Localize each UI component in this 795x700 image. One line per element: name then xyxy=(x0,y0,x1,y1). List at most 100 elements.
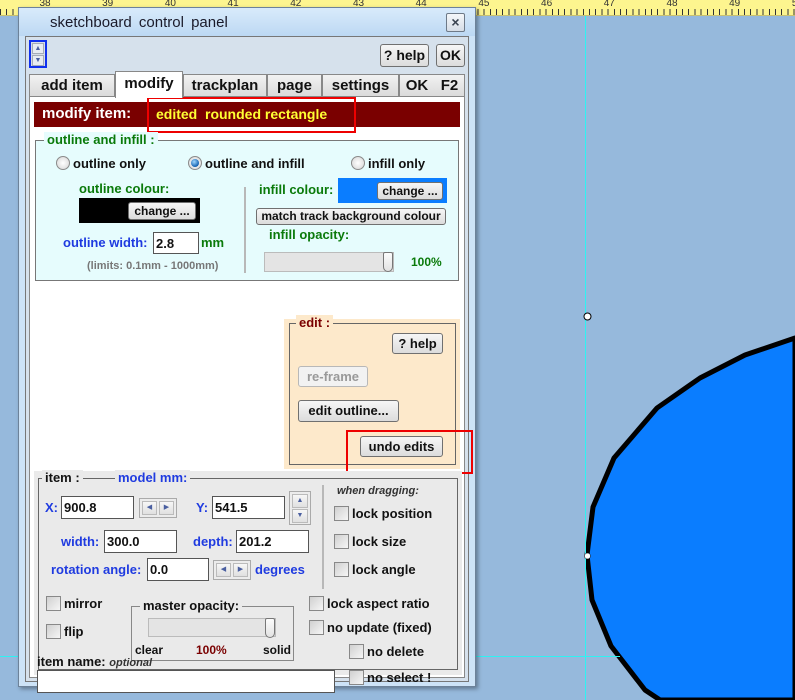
modify-item-label: modify item: xyxy=(42,105,132,122)
tab-modify[interactable]: modify xyxy=(115,71,183,98)
master-opacity-value: 100% xyxy=(196,643,227,657)
item-name-hint: optional xyxy=(109,657,153,669)
dialog-title: sketchboard control panel xyxy=(50,14,228,31)
radio-outline-and-infill[interactable]: outline and infill xyxy=(188,156,305,171)
width-input[interactable] xyxy=(104,530,177,553)
tab-add-item[interactable]: add item xyxy=(29,74,115,98)
radio-label: outline and infill xyxy=(205,156,305,171)
down-arrow-icon[interactable]: ▼ xyxy=(292,509,308,523)
x-label: X: xyxy=(45,500,58,515)
slider-thumb[interactable] xyxy=(383,252,393,272)
mirror-checkbox[interactable]: mirror xyxy=(46,596,102,611)
tab-page[interactable]: page xyxy=(267,74,322,98)
item-group: item : model mm: X: ◀ ▶ Y: ▲ ▼ width: de… xyxy=(37,470,458,693)
rotation-angle-label: rotation angle: xyxy=(51,562,142,577)
x-spinner[interactable]: ◀ ▶ xyxy=(139,498,177,518)
checkbox-label: lock position xyxy=(352,506,433,521)
divider xyxy=(244,187,246,273)
y-input[interactable] xyxy=(212,496,285,519)
lock-size-checkbox[interactable]: lock size xyxy=(334,534,406,549)
outline-width-label: outline width: xyxy=(63,235,148,250)
item-legend: item : xyxy=(42,470,83,485)
outline-colour-label: outline colour: xyxy=(79,181,170,196)
checkbox-label: no select ! xyxy=(367,670,432,685)
outline-and-infill-group: outline and infill : outline only outlin… xyxy=(35,132,459,281)
edit-help-button[interactable]: ? help xyxy=(392,333,443,354)
item-name-label: item name: optional xyxy=(37,654,152,669)
checkbox-icon xyxy=(309,620,324,635)
outline-width-input[interactable] xyxy=(153,232,199,254)
radio-outline-only[interactable]: outline only xyxy=(56,156,146,171)
right-arrow-icon[interactable]: ▶ xyxy=(233,563,248,577)
checkbox-icon xyxy=(334,534,349,549)
up-arrow-icon[interactable]: ▲ xyxy=(292,494,308,508)
tab-bar: add item modify trackplan page settings … xyxy=(29,71,465,98)
right-arrow-icon[interactable]: ▶ xyxy=(159,501,174,515)
master-opacity-group: master opacity: clear 100% solid xyxy=(131,598,294,661)
rotation-spinner[interactable]: ◀ ▶ xyxy=(213,560,251,580)
outline-colour-change-button[interactable]: change ... xyxy=(128,202,196,220)
lock-angle-checkbox[interactable]: lock angle xyxy=(334,562,416,577)
highlight-box-undo xyxy=(346,430,473,474)
left-arrow-icon[interactable]: ◀ xyxy=(142,501,157,515)
checkbox-label: flip xyxy=(64,624,84,639)
no-update-checkbox[interactable]: no update (fixed) xyxy=(309,620,432,635)
match-track-background-button[interactable]: match track background colour xyxy=(256,208,446,225)
item-name-label-text: item name: xyxy=(37,654,106,669)
outline-width-unit: mm xyxy=(201,235,225,250)
edit-outline-button[interactable]: edit outline... xyxy=(298,400,399,422)
checkbox-icon xyxy=(46,624,61,639)
tab-settings[interactable]: settings xyxy=(322,74,399,98)
radio-icon xyxy=(56,156,70,170)
infill-opacity-label: infill opacity: xyxy=(269,227,350,242)
spin-up-icon[interactable]: ▲ xyxy=(32,43,44,54)
help-button[interactable]: ? help xyxy=(380,44,429,67)
highlight-box-item-name xyxy=(147,97,356,133)
sketchboard-control-panel: sketchboard control panel × ▲ ▼ ? help O… xyxy=(18,7,476,693)
infill-opacity-slider[interactable] xyxy=(264,252,394,272)
panel-client-area: ▲ ▼ ? help OK add item modify trackplan … xyxy=(25,36,473,693)
slider-thumb[interactable] xyxy=(265,618,275,638)
checkbox-icon xyxy=(334,562,349,577)
left-arrow-icon[interactable]: ◀ xyxy=(216,563,231,577)
item-name-input[interactable] xyxy=(37,670,335,693)
solid-label: solid xyxy=(263,643,292,657)
flip-checkbox[interactable]: flip xyxy=(46,624,84,639)
radio-selected-icon xyxy=(188,156,202,170)
x-input[interactable] xyxy=(61,496,134,519)
spin-down-icon[interactable]: ▼ xyxy=(32,55,44,66)
master-opacity-legend: master opacity: xyxy=(140,598,243,613)
radio-label: outline only xyxy=(73,156,146,171)
lock-aspect-ratio-checkbox[interactable]: lock aspect ratio xyxy=(309,596,430,611)
no-delete-checkbox[interactable]: no delete xyxy=(349,644,424,659)
y-label: Y: xyxy=(196,500,209,515)
rounded-rectangle-shape[interactable] xyxy=(584,335,795,700)
tab-trackplan[interactable]: trackplan xyxy=(183,74,267,98)
rotation-angle-input[interactable] xyxy=(147,558,209,581)
ok-button[interactable]: OK xyxy=(436,44,465,67)
tab-ok-f2[interactable]: OK F2 xyxy=(399,74,465,98)
title-bar[interactable]: sketchboard control panel × xyxy=(19,8,475,36)
y-spinner[interactable]: ▲ ▼ xyxy=(289,491,311,525)
close-button[interactable]: × xyxy=(446,13,465,32)
no-select-checkbox[interactable]: no select ! xyxy=(349,670,431,685)
reframe-button[interactable]: re-frame xyxy=(298,366,368,387)
infill-colour-change-button[interactable]: change ... xyxy=(377,182,443,200)
checkbox-label: lock angle xyxy=(352,562,416,577)
radio-infill-only[interactable]: infill only xyxy=(351,156,425,171)
checkbox-icon xyxy=(349,644,364,659)
lock-position-checkbox[interactable]: lock position xyxy=(334,506,432,521)
checkbox-label: lock aspect ratio xyxy=(327,596,430,611)
outline-width-limits: (limits: 0.1mm - 1000mm) xyxy=(87,260,219,272)
when-dragging-label: when dragging: xyxy=(337,485,419,497)
edit-legend: edit : xyxy=(296,315,334,330)
master-opacity-slider[interactable] xyxy=(148,618,276,638)
depth-input[interactable] xyxy=(236,530,309,553)
panel-scroll-spinner[interactable]: ▲ ▼ xyxy=(29,40,47,68)
close-icon: × xyxy=(451,14,460,30)
rotation-unit: degrees xyxy=(255,562,305,577)
infill-opacity-value: 100% xyxy=(411,255,442,269)
vertical-guide-line xyxy=(585,16,586,700)
depth-label: depth: xyxy=(193,534,233,549)
divider xyxy=(322,485,324,589)
